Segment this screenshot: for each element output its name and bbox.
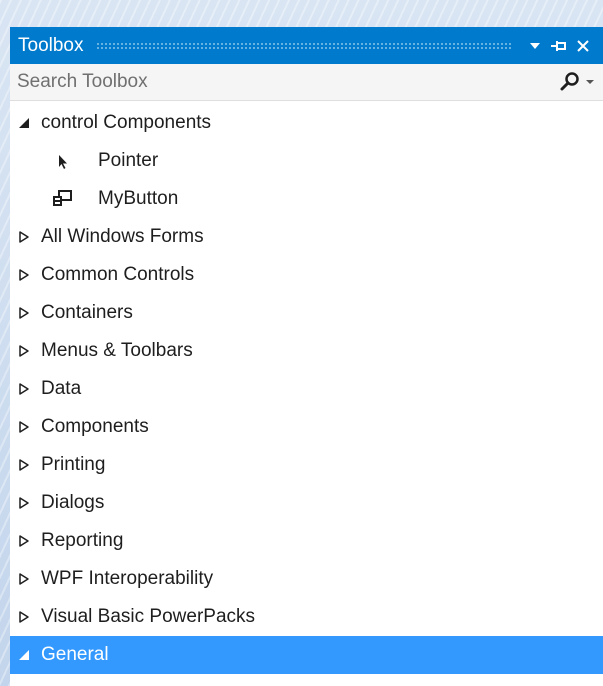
toolbox-item-mybutton[interactable]: MyButton	[10, 180, 603, 218]
toolbox-search-bar	[10, 64, 603, 101]
group-label: Visual Basic PowerPacks	[41, 606, 256, 627]
group-visual-basic-powerpacks[interactable]: Visual Basic PowerPacks	[10, 598, 603, 636]
group-label: control Components	[41, 112, 212, 133]
group-common-controls[interactable]: Common Controls	[10, 256, 603, 294]
group-label: All Windows Forms	[41, 226, 204, 247]
group-label: Printing	[41, 454, 106, 475]
group-label: Dialogs	[41, 492, 105, 513]
group-components[interactable]: Components	[10, 408, 603, 446]
title-bar-grip[interactable]	[95, 41, 513, 50]
group-label: Containers	[41, 302, 133, 323]
window-position-dropdown-button[interactable]	[523, 34, 547, 58]
chevron-down-icon	[530, 42, 540, 49]
group-wpf-interoperability[interactable]: WPF Interoperability	[10, 560, 603, 598]
group-all-windows-forms[interactable]: All Windows Forms	[10, 218, 603, 256]
group-label: Reporting	[41, 530, 124, 551]
collapsed-arrow-icon[interactable]	[17, 522, 41, 560]
collapsed-arrow-icon[interactable]	[17, 218, 41, 256]
component-icon	[50, 187, 74, 211]
expanded-arrow-icon[interactable]	[17, 636, 41, 674]
toolbox-title: Toolbox	[18, 35, 84, 56]
group-label: Components	[41, 416, 149, 437]
search-options-button[interactable]	[552, 67, 596, 97]
group-label: General	[41, 644, 109, 665]
collapsed-arrow-icon[interactable]	[17, 332, 41, 370]
group-menus-toolbars[interactable]: Menus & Toolbars	[10, 332, 603, 370]
toolbox-tree: control Components Pointer MyButton All …	[10, 101, 603, 674]
group-label: Menus & Toolbars	[41, 340, 193, 361]
group-containers[interactable]: Containers	[10, 294, 603, 332]
group-printing[interactable]: Printing	[10, 446, 603, 484]
close-icon	[577, 39, 589, 52]
toolbox-title-bar[interactable]: Toolbox	[10, 27, 603, 64]
collapsed-arrow-icon[interactable]	[17, 598, 41, 636]
collapsed-arrow-icon[interactable]	[17, 446, 41, 484]
pin-icon	[551, 40, 566, 51]
toolbox-item-pointer[interactable]: Pointer	[10, 142, 603, 180]
group-label: Common Controls	[41, 264, 195, 285]
collapsed-arrow-icon[interactable]	[17, 408, 41, 446]
group-control-components[interactable]: control Components	[10, 104, 603, 142]
collapsed-arrow-icon[interactable]	[17, 370, 41, 408]
collapsed-arrow-icon[interactable]	[17, 484, 41, 522]
group-reporting[interactable]: Reporting	[10, 522, 603, 560]
toolbox-item-label: MyButton	[98, 188, 179, 209]
group-data[interactable]: Data	[10, 370, 603, 408]
toolbox-item-label: Pointer	[98, 150, 159, 171]
close-button[interactable]	[571, 34, 595, 58]
search-input[interactable]	[17, 71, 552, 93]
toolbox-panel: Toolbox Search Toolbox control Component…	[10, 27, 603, 686]
pointer-arrow-icon	[50, 149, 74, 173]
group-dialogs[interactable]: Dialogs	[10, 484, 603, 522]
group-label: WPF Interoperability	[41, 568, 214, 589]
search-icon	[560, 72, 579, 91]
collapsed-arrow-icon[interactable]	[17, 294, 41, 332]
chevron-down-icon	[586, 80, 594, 84]
group-label: Data	[41, 378, 82, 399]
collapsed-arrow-icon[interactable]	[17, 560, 41, 598]
expanded-arrow-icon[interactable]	[17, 104, 41, 142]
group-general[interactable]: General	[10, 636, 603, 674]
auto-hide-pin-button[interactable]	[547, 34, 571, 58]
collapsed-arrow-icon[interactable]	[17, 256, 41, 294]
